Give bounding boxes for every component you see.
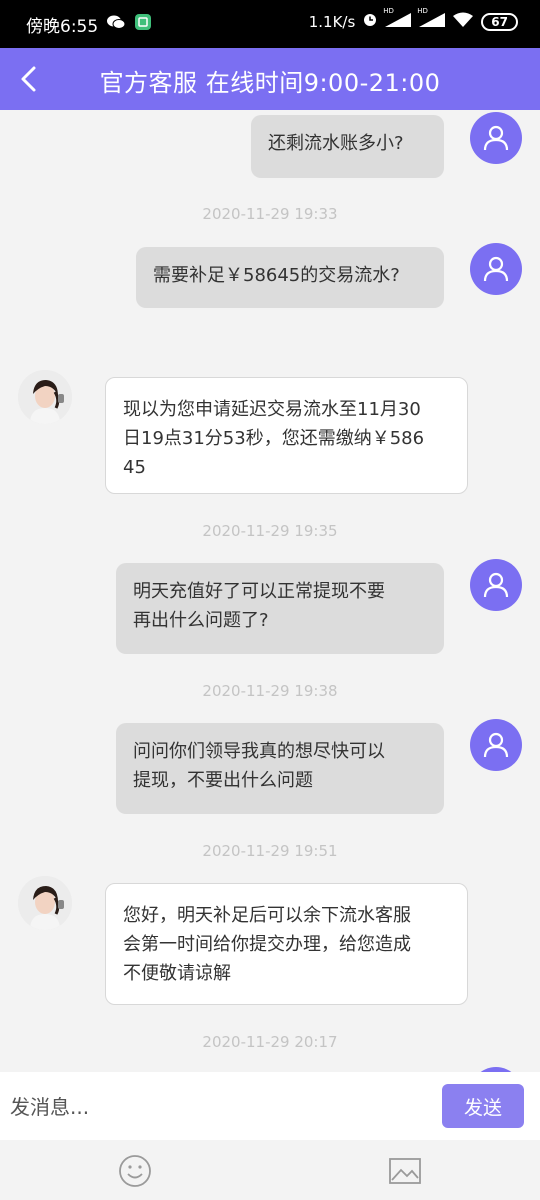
timestamp: 2020-11-29 19:51 bbox=[202, 842, 338, 860]
message-bubble-incoming[interactable]: 现以为您申请延迟交易流水至11月30 日19点31分53秒，您还需缴纳￥586 … bbox=[105, 377, 468, 494]
agent-avatar[interactable] bbox=[18, 370, 72, 424]
message-bubble-incoming[interactable]: 您好，明天补足后可以余下流水客服 会第一时间给你提交办理，给您造成 不便敬请谅解 bbox=[105, 883, 468, 1005]
user-avatar[interactable] bbox=[470, 559, 522, 611]
user-icon bbox=[483, 732, 509, 758]
wechat-icon bbox=[106, 14, 126, 35]
message-bubble-outgoing[interactable]: 需要补足￥58645的交易流水? bbox=[136, 247, 444, 308]
message-input[interactable] bbox=[8, 1082, 432, 1132]
message-bubble-outgoing[interactable]: 明天充值好了可以正常提现不要 再出什么问题了? bbox=[116, 563, 444, 654]
status-time: 傍晚6:55 bbox=[26, 17, 99, 37]
user-avatar[interactable] bbox=[470, 719, 522, 771]
chat-messages[interactable]: 还剩流水账多小? 2020-11-29 19:33 需要补足￥58645的交易流… bbox=[0, 110, 540, 1072]
user-icon bbox=[483, 572, 509, 598]
network-speed: 1.1K/s bbox=[308, 12, 356, 31]
timestamp: 2020-11-29 20:17 bbox=[202, 1033, 338, 1051]
send-button[interactable]: 发送 bbox=[442, 1084, 524, 1128]
message-input-bar: 发送 bbox=[0, 1072, 540, 1140]
battery-level: 67 bbox=[481, 12, 518, 31]
page-title: 官方客服 在线时间9:00-21:00 bbox=[99, 69, 441, 97]
message-bubble-outgoing[interactable]: 还剩流水账多小? bbox=[251, 115, 444, 178]
signal-1-icon: HD bbox=[383, 7, 412, 31]
signal-2-icon: HD bbox=[417, 7, 446, 31]
timestamp: 2020-11-29 19:38 bbox=[202, 682, 338, 700]
app-notification-icon bbox=[134, 13, 152, 36]
image-icon[interactable] bbox=[388, 1154, 422, 1188]
user-icon bbox=[483, 125, 509, 151]
status-bar: 傍晚6:55 1.1K/s HD HD 67 bbox=[0, 0, 540, 48]
timestamp: 2020-11-29 19:33 bbox=[202, 205, 338, 223]
user-avatar[interactable] bbox=[470, 112, 522, 164]
user-avatar[interactable] bbox=[470, 243, 522, 295]
wifi-icon bbox=[453, 12, 474, 31]
user-icon bbox=[483, 256, 509, 282]
alarm-icon bbox=[363, 13, 377, 31]
agent-avatar[interactable] bbox=[18, 876, 72, 930]
timestamp: 2020-11-29 19:35 bbox=[202, 522, 338, 540]
message-bubble-outgoing[interactable]: 问问你们领导我真的想尽快可以 提现，不要出什么问题 bbox=[116, 723, 444, 814]
input-toolbar bbox=[0, 1140, 540, 1200]
chat-header: 官方客服 在线时间9:00-21:00 bbox=[0, 48, 540, 110]
smiley-icon[interactable] bbox=[118, 1154, 152, 1188]
